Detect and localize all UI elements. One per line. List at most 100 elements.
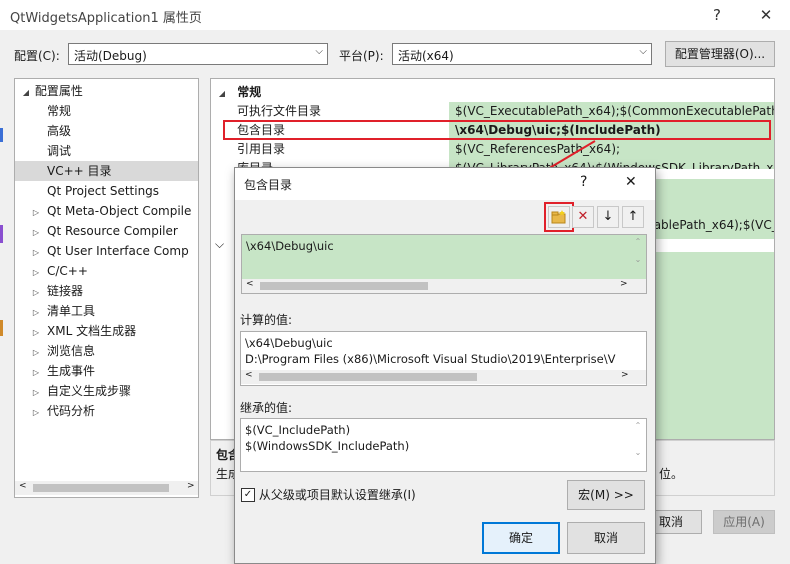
platform-combo[interactable]: 活动(x64) ⌵: [392, 43, 652, 65]
dialog-cancel-button[interactable]: 取消: [567, 522, 645, 554]
settings-tree: ◢ 配置属性 常规 高级调试 VC++ 目录 Qt Project Settings ▷…: [14, 78, 199, 498]
close-button[interactable]: ✕: [625, 174, 637, 190]
tree-item[interactable]: ▷ 代码分析: [15, 401, 198, 423]
inherit-checkbox[interactable]: ✓: [241, 487, 255, 502]
grid-row-value: $(VC_ReferencesPath_x64);: [449, 140, 774, 159]
tree-item[interactable]: Qt Project Settings: [15, 181, 198, 201]
expand-triangle-icon[interactable]: ▷: [31, 263, 41, 283]
inherited-vscroll[interactable]: ⌃ ⌄: [632, 421, 644, 457]
tree-item[interactable]: ▷ Qt Meta-Object Compile: [15, 201, 198, 223]
dialog-titlebar: 包含目录 ? ✕: [235, 168, 655, 200]
config-combo[interactable]: 活动(Debug) ⌵: [68, 43, 328, 65]
config-label: 配置(C):: [14, 49, 60, 63]
scroll-right-icon[interactable]: >: [620, 279, 628, 289]
grid-section-header[interactable]: ◢ 常规: [211, 83, 774, 102]
grid-row-name: 可执行文件目录: [237, 104, 322, 118]
tree-item[interactable]: 常规: [15, 101, 198, 121]
inherit-checkbox-label: 从父级或项目默认设置继承(I): [258, 488, 416, 502]
config-value: 活动(Debug): [74, 49, 147, 63]
new-line-button[interactable]: [548, 206, 570, 228]
close-button[interactable]: ✕: [755, 4, 777, 26]
tree-item[interactable]: ▷ 自定义生成步骤: [15, 381, 198, 403]
include-list[interactable]: \x64\Debug\uic ⌃ ⌄ < >: [241, 234, 647, 294]
platform-value: 活动(x64): [398, 49, 454, 63]
tree-scrollbar[interactable]: < >: [15, 481, 198, 495]
collapse-chevron-icon[interactable]: ⌵: [215, 237, 224, 252]
help-button[interactable]: ?: [706, 4, 728, 26]
tree-item[interactable]: 高级: [15, 121, 198, 141]
scroll-right-icon[interactable]: >: [621, 370, 629, 380]
move-up-button[interactable]: ↑: [622, 206, 644, 228]
dialog-title: 包含目录: [244, 178, 293, 192]
tree-item-label: VC++ 目录: [47, 164, 112, 178]
list-vscroll[interactable]: ⌃ ⌄: [632, 237, 644, 277]
platform-label: 平台(P):: [339, 49, 384, 63]
tree-item[interactable]: ▷ C/C++: [15, 261, 198, 283]
tree-item[interactable]: ▷ 链接器: [15, 281, 198, 303]
computed-values-box: \x64\Debug\uic D:\Program Files (x86)\Mic…: [240, 331, 647, 386]
tree-item[interactable]: ▷ XML 文档生成器: [15, 321, 198, 343]
config-manager-button[interactable]: 配置管理器(O)...: [665, 41, 775, 67]
tree-item-label: Qt Meta-Object Compile: [47, 204, 192, 218]
tree-item[interactable]: ▷ 浏览信息: [15, 341, 198, 363]
expand-triangle-icon[interactable]: ▷: [31, 283, 41, 303]
inherited-values-box: $(VC_IncludePath) $(WindowsSDK_IncludePat…: [240, 418, 647, 472]
computed-value-item: \x64\Debug\uic: [245, 336, 333, 350]
new-folder-icon: [551, 210, 566, 224]
apply-button[interactable]: 应用(A): [713, 510, 775, 534]
arrow-down-icon: ↓: [602, 209, 614, 224]
tree-item-label: Qt Resource Compiler: [47, 224, 178, 238]
tree-item[interactable]: ▷ 生成事件: [15, 361, 198, 383]
tree-item[interactable]: VC++ 目录: [15, 161, 198, 181]
tree-item-label: 调试: [47, 144, 72, 158]
grid-row[interactable]: 引用目录 $(VC_ReferencesPath_x64);: [225, 140, 774, 159]
tree-root[interactable]: ◢ 配置属性: [21, 81, 83, 101]
expand-triangle-icon[interactable]: ▷: [31, 203, 41, 223]
include-directories-dialog: 包含目录 ? ✕ ✕ ↓ ↑ \x64\Debug\uic ⌃ ⌄ < > 计算的…: [234, 167, 656, 564]
grid-row-name: 引用目录: [237, 142, 286, 156]
tree-item-label: 链接器: [47, 284, 84, 298]
delete-button[interactable]: ✕: [572, 206, 594, 228]
include-list-items: \x64\Debug\uic: [246, 238, 334, 254]
chevron-down-icon: ⌵: [315, 46, 323, 57]
expanded-triangle-icon: ◢: [218, 89, 226, 98]
computed-hscroll[interactable]: < >: [241, 370, 646, 384]
macro-button[interactable]: 宏(M) >>: [567, 480, 645, 510]
expand-triangle-icon[interactable]: ▷: [31, 343, 41, 363]
expand-triangle-icon[interactable]: ▷: [31, 243, 41, 263]
expand-triangle-icon[interactable]: ▷: [31, 363, 41, 383]
scroll-thumb[interactable]: [33, 484, 169, 492]
scroll-left-icon[interactable]: <: [246, 279, 254, 289]
expand-triangle-icon[interactable]: ▷: [31, 403, 41, 423]
include-list-item: \x64\Debug\uic: [246, 239, 334, 253]
inherit-checkbox-row[interactable]: ✓ 从父级或项目默认设置继承(I): [241, 486, 416, 503]
tree-item-label: Qt Project Settings: [47, 184, 160, 198]
scroll-thumb[interactable]: [260, 282, 428, 290]
ok-button[interactable]: 确定: [482, 522, 560, 554]
help-button[interactable]: ?: [580, 174, 587, 190]
expand-triangle-icon[interactable]: ▷: [31, 323, 41, 343]
tree-item-label: C/C++: [47, 264, 88, 278]
tree-item[interactable]: ▷ Qt User Interface Comp: [15, 241, 198, 263]
expanded-triangle-icon: ◢: [22, 88, 30, 97]
tree-item-label: 浏览信息: [47, 344, 96, 358]
scroll-left-icon[interactable]: <: [245, 370, 253, 380]
background-window-edge: [0, 128, 3, 142]
annotation-highlight-box: [223, 120, 771, 140]
grid-row[interactable]: 可执行文件目录 $(VC_ExecutablePath_x64);$(Common…: [225, 102, 774, 121]
scroll-thumb[interactable]: [259, 373, 477, 381]
list-hscroll[interactable]: < >: [242, 279, 646, 293]
move-down-button[interactable]: ↓: [597, 206, 619, 228]
tree-item[interactable]: ▷ Qt Resource Compiler: [15, 221, 198, 243]
title-bar: QtWidgetsApplication1 属性页 ? ✕: [0, 0, 790, 30]
expand-triangle-icon[interactable]: ▷: [31, 223, 41, 243]
scroll-left-icon[interactable]: <: [19, 481, 27, 491]
expand-triangle-icon[interactable]: ▷: [31, 383, 41, 403]
window-title: QtWidgetsApplication1 属性页: [10, 11, 202, 26]
tree-item[interactable]: ▷ 清单工具: [15, 301, 198, 323]
background-window-edge: [0, 320, 3, 336]
tree-item-label: 生成事件: [47, 364, 96, 378]
expand-triangle-icon[interactable]: ▷: [31, 303, 41, 323]
scroll-right-icon[interactable]: >: [187, 481, 195, 491]
tree-item[interactable]: 调试: [15, 141, 198, 161]
